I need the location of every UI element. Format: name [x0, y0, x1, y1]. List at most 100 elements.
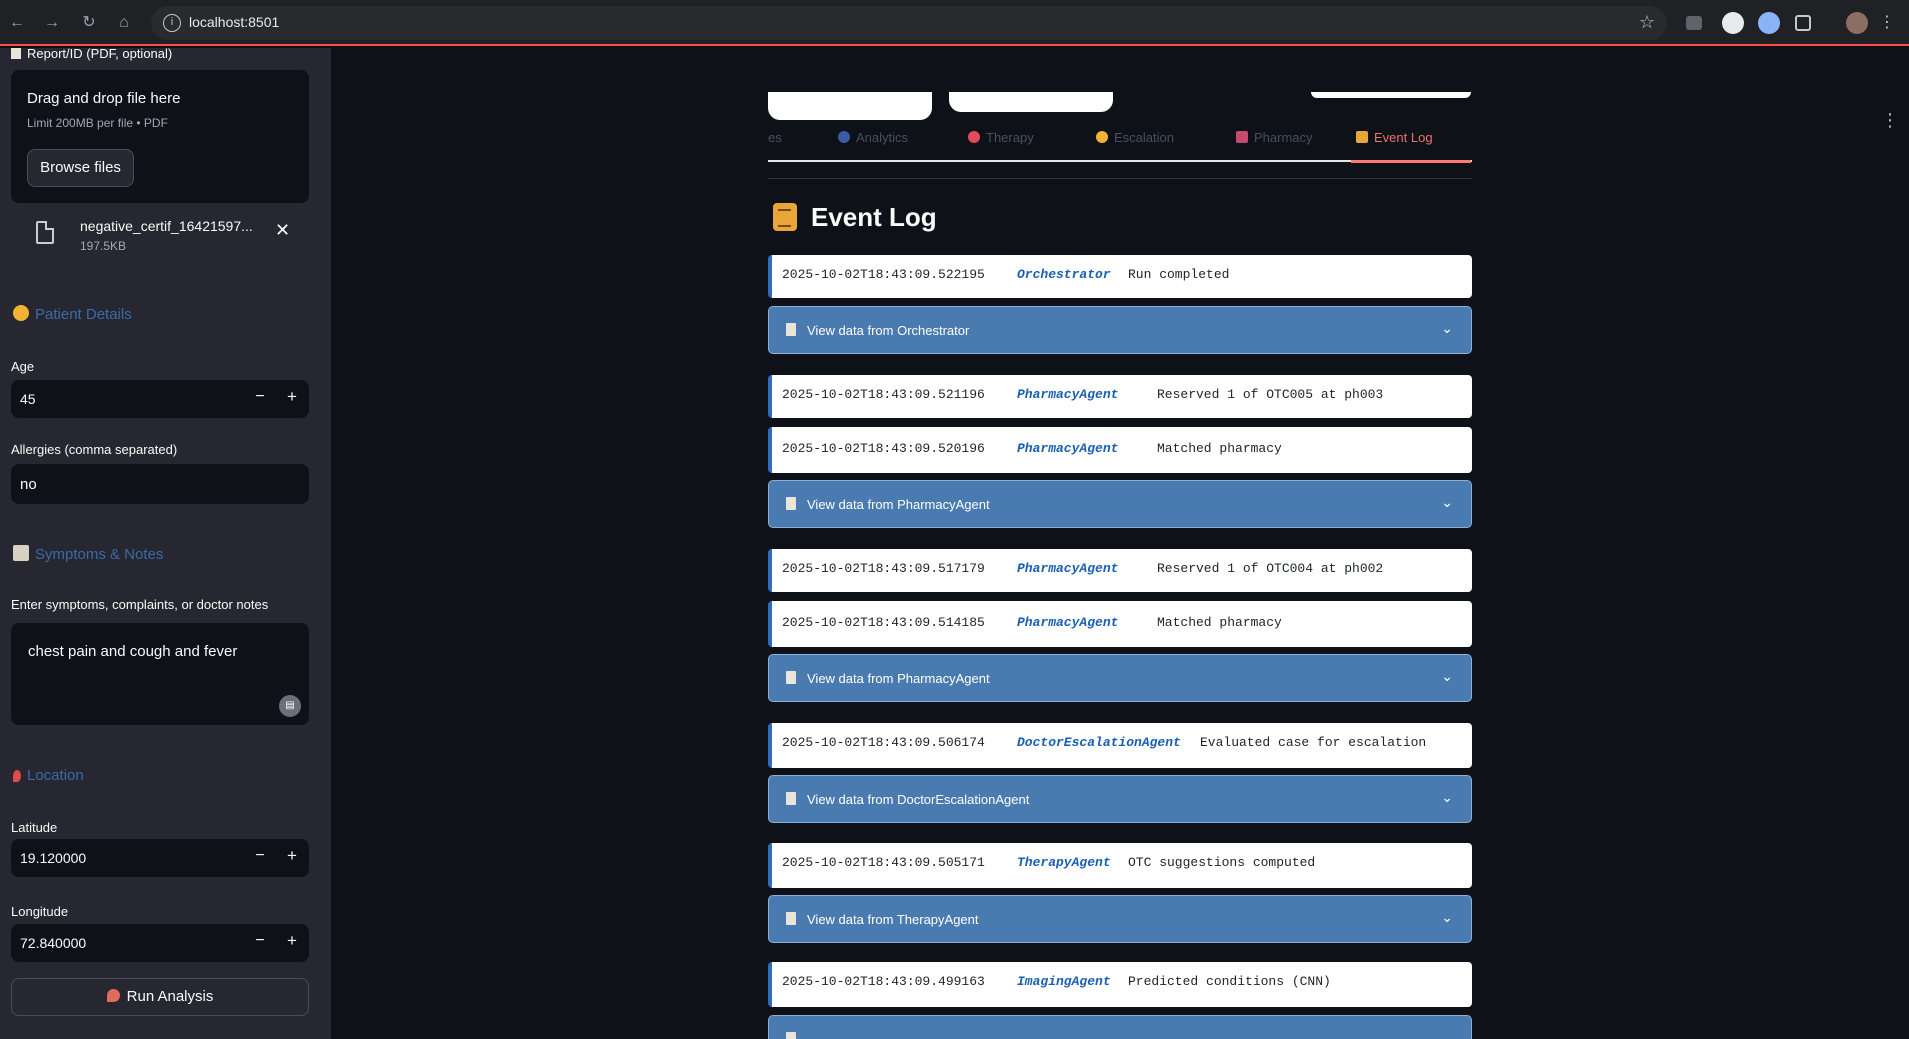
symptoms-label: Enter symptoms, complaints, or doctor no… — [11, 597, 269, 612]
back-icon[interactable]: ← — [6, 12, 28, 34]
log-timestamp: 2025-10-02T18:43:09.499163 — [782, 974, 985, 989]
log-agent: PharmacyAgent — [1017, 615, 1119, 630]
expander-pharmacy-agent[interactable]: View data from PharmacyAgent ⌄ — [768, 480, 1472, 528]
chevron-down-icon: ⌄ — [1441, 494, 1453, 510]
page-title: Event Log — [773, 202, 937, 233]
doctor-icon — [1096, 131, 1108, 143]
bookmark-star-icon[interactable]: ☆ — [1639, 12, 1655, 33]
symptoms-textarea[interactable]: chest pain and cough and fever ▤ — [11, 623, 309, 725]
report-upload-label-text: Report/ID (PDF, optional) — [27, 48, 173, 61]
log-message: Evaluated case for escalation — [1200, 735, 1427, 750]
tab-pharmacy[interactable]: Pharmacy — [1236, 130, 1313, 145]
log-message: Reserved 1 of OTC005 at ph003 — [1157, 387, 1384, 402]
longitude-value[interactable]: 72.840000 — [20, 935, 86, 951]
log-entry: 2025-10-02T18:43:09.505171 TherapyAgent … — [768, 843, 1472, 888]
log-agent: Orchestrator — [1017, 267, 1111, 282]
dropzone-limit: Limit 200MB per file • PDF — [27, 116, 168, 130]
home-icon[interactable]: ⌂ — [113, 12, 135, 34]
chevron-down-icon: ⌄ — [1441, 320, 1453, 336]
tab-divider — [768, 178, 1472, 179]
longitude-label: Longitude — [11, 904, 69, 919]
tab-analytics[interactable]: Analytics — [838, 130, 908, 145]
patient-details-header-text: Patient Details — [35, 306, 132, 323]
longitude-input[interactable]: 72.840000 − + — [11, 924, 309, 962]
log-message: OTC suggestions computed — [1128, 855, 1316, 870]
log-timestamp: 2025-10-02T18:43:09.522195 — [782, 267, 985, 282]
card-stub — [768, 92, 932, 120]
log-timestamp: 2025-10-02T18:43:09.514185 — [782, 615, 985, 630]
tab-therapy[interactable]: Therapy — [968, 130, 1034, 145]
profile-avatar[interactable] — [1846, 12, 1868, 34]
log-timestamp: 2025-10-02T18:43:09.520196 — [782, 441, 985, 456]
expander-partial[interactable] — [768, 1015, 1472, 1039]
uploaded-file-size: 197.5KB — [80, 239, 127, 253]
site-info-icon[interactable]: i — [163, 14, 181, 32]
extensions-puzzle-icon[interactable] — [1795, 15, 1811, 31]
run-analysis-label: Run Analysis — [126, 988, 214, 1005]
uploaded-file-name: negative_certif_16421597... — [80, 218, 253, 234]
card-stub — [949, 92, 1113, 112]
symptoms-notes-header-text: Symptoms & Notes — [35, 546, 164, 563]
expander-orchestrator[interactable]: View data from Orchestrator ⌄ — [768, 306, 1472, 354]
tab-previous[interactable]: es — [768, 130, 782, 145]
tab-search-icon[interactable] — [1686, 16, 1702, 30]
tab-pharmacy-label: Pharmacy — [1254, 130, 1313, 145]
app-menu-icon[interactable]: ⋮ — [1881, 110, 1899, 131]
clipboard-icon — [11, 48, 21, 59]
file-dropzone[interactable]: Drag and drop file here Limit 200MB per … — [11, 70, 309, 203]
scroll-icon — [1356, 131, 1368, 143]
age-label: Age — [11, 359, 35, 374]
longitude-decrement-button[interactable]: − — [253, 932, 267, 950]
pharmacy-icon — [1236, 131, 1248, 143]
expander-pharmacy-agent[interactable]: View data from PharmacyAgent ⌄ — [768, 654, 1472, 702]
tab-therapy-label: Therapy — [986, 130, 1034, 145]
tab-bar: es Analytics Therapy Escalation Pharmacy… — [768, 120, 1472, 162]
expander-doctor-escalation-agent[interactable]: View data from DoctorEscalationAgent ⌄ — [768, 775, 1472, 823]
log-message: Matched pharmacy — [1157, 615, 1282, 630]
clipboard-icon — [786, 323, 796, 336]
log-agent: PharmacyAgent — [1017, 387, 1119, 402]
age-value[interactable]: 45 — [20, 391, 36, 407]
age-decrement-button[interactable]: − — [253, 388, 267, 406]
latitude-decrement-button[interactable]: − — [253, 847, 267, 865]
textarea-assist-icon[interactable]: ▤ — [279, 695, 301, 717]
chevron-down-icon: ⌄ — [1441, 789, 1453, 805]
log-agent: TherapyAgent — [1017, 855, 1111, 870]
log-timestamp: 2025-10-02T18:43:09.505171 — [782, 855, 985, 870]
reload-icon[interactable]: ↻ — [78, 12, 100, 34]
expander-label: View data from DoctorEscalationAgent — [807, 792, 1030, 807]
extension-icon[interactable] — [1722, 12, 1744, 34]
expander-therapy-agent[interactable]: View data from TherapyAgent ⌄ — [768, 895, 1472, 943]
clipboard-icon — [786, 792, 796, 805]
clipboard-icon — [786, 497, 796, 510]
extension-icon[interactable] — [1758, 12, 1780, 34]
run-analysis-button[interactable]: Run Analysis — [11, 978, 309, 1016]
active-tab-indicator — [1351, 160, 1471, 163]
forward-icon[interactable]: → — [41, 12, 63, 34]
age-input[interactable]: 45 − + — [11, 380, 309, 418]
clipboard-icon — [786, 1032, 796, 1039]
latitude-value[interactable]: 19.120000 — [20, 850, 86, 866]
allergies-value[interactable]: no — [20, 476, 37, 493]
address-bar[interactable]: i localhost:8501 ☆ — [151, 6, 1667, 40]
tab-event-log[interactable]: Event Log — [1356, 130, 1433, 145]
log-agent: DoctorEscalationAgent — [1017, 735, 1181, 750]
url-text[interactable]: localhost:8501 — [189, 14, 279, 30]
tab-escalation[interactable]: Escalation — [1096, 130, 1174, 145]
analytics-icon — [838, 131, 850, 143]
log-entry: 2025-10-02T18:43:09.499163 ImagingAgent … — [768, 962, 1472, 1007]
symptoms-value[interactable]: chest pain and cough and fever — [28, 643, 237, 660]
age-increment-button[interactable]: + — [285, 387, 299, 407]
chrome-menu-icon[interactable]: ⋮ — [1876, 12, 1898, 34]
location-pin-icon — [13, 770, 21, 782]
browse-files-button[interactable]: Browse files — [27, 149, 134, 187]
longitude-increment-button[interactable]: + — [285, 931, 299, 951]
allergies-input[interactable]: no — [11, 464, 309, 504]
card-stub — [1311, 92, 1471, 98]
tab-analytics-label: Analytics — [856, 130, 909, 145]
latitude-increment-button[interactable]: + — [285, 846, 299, 866]
latitude-input[interactable]: 19.120000 − + — [11, 839, 309, 877]
log-timestamp: 2025-10-02T18:43:09.521196 — [782, 387, 985, 402]
remove-file-icon[interactable]: ✕ — [275, 220, 290, 241]
log-message: Predicted conditions (CNN) — [1128, 974, 1331, 989]
